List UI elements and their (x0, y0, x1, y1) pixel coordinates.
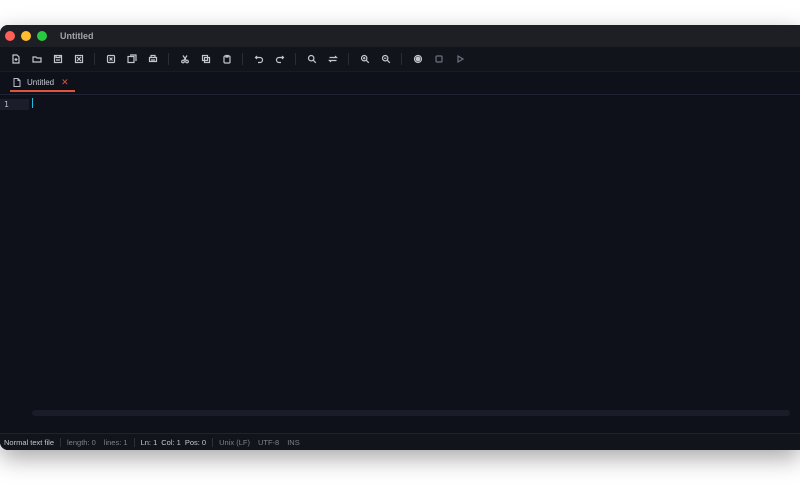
tab-bar: Untitled ✕ (0, 72, 800, 95)
status-file-type: Normal text file (4, 437, 55, 447)
status-position: Pos: 0 (184, 437, 207, 447)
window-title: Untitled (60, 31, 94, 41)
text-editor-area[interactable]: 1 (0, 95, 800, 424)
redo-icon (275, 55, 284, 64)
cut-button[interactable] (174, 49, 195, 69)
stop-macro-button[interactable] (428, 49, 449, 69)
save-icon (53, 54, 62, 64)
undo-icon (254, 55, 263, 64)
save-as-button[interactable] (68, 49, 89, 69)
zoom-in-icon (360, 54, 369, 64)
search-icon (307, 54, 316, 64)
new-file-button[interactable] (5, 49, 26, 69)
copy-icon (201, 54, 210, 64)
status-line: Ln: 1 (140, 437, 158, 447)
line-number: 1 (4, 100, 9, 109)
horizontal-scrollbar[interactable] (32, 410, 790, 416)
toolbar-separator (168, 53, 169, 65)
play-macro-icon (456, 54, 464, 64)
close-file-button[interactable] (100, 49, 121, 69)
zoom-in-button[interactable] (354, 49, 375, 69)
tab-close-icon[interactable]: ✕ (61, 77, 69, 87)
toolbar-separator (295, 53, 296, 65)
close-all-icon (126, 54, 137, 64)
close-window-button[interactable] (5, 31, 15, 41)
minimize-window-button[interactable] (21, 31, 31, 41)
replace-button[interactable] (322, 49, 343, 69)
window-controls (5, 31, 47, 41)
status-insert-mode[interactable]: INS (283, 438, 304, 447)
status-lines: lines: 1 (103, 437, 128, 447)
status-column: Col: 1 (161, 437, 181, 447)
close-file-icon (106, 54, 115, 64)
record-macro-button[interactable] (407, 49, 428, 69)
save-as-icon (74, 54, 83, 64)
toolbar-separator (242, 53, 243, 65)
status-separator (133, 437, 135, 447)
cut-icon (180, 55, 189, 64)
status-separator (60, 437, 62, 447)
editor-window: Untitled Untitled ✕ 1 Normal text file l… (0, 25, 800, 450)
text-caret (32, 98, 33, 108)
zoom-out-button[interactable] (375, 49, 396, 69)
paste-button[interactable] (216, 49, 237, 69)
zoom-out-icon (381, 54, 390, 64)
close-all-button[interactable] (121, 49, 142, 69)
maximize-window-button[interactable] (37, 31, 47, 41)
document-icon (13, 77, 21, 87)
status-eol[interactable]: Unix (LF) (215, 438, 254, 447)
toolbar (0, 47, 800, 72)
tab-label: Untitled (27, 77, 55, 87)
undo-button[interactable] (248, 49, 269, 69)
print-button[interactable] (142, 49, 163, 69)
search-button[interactable] (301, 49, 322, 69)
paste-icon (222, 54, 231, 64)
replace-icon (327, 55, 338, 63)
toolbar-separator (94, 53, 95, 65)
status-length: length: 0 (67, 437, 96, 447)
record-macro-icon (413, 54, 422, 64)
open-file-button[interactable] (26, 49, 47, 69)
new-file-icon (11, 54, 20, 64)
toolbar-separator (348, 53, 349, 65)
play-macro-button[interactable] (449, 49, 470, 69)
copy-button[interactable] (195, 49, 216, 69)
title-bar: Untitled (0, 25, 800, 47)
open-folder-icon (31, 56, 42, 63)
status-separator (212, 437, 214, 447)
toolbar-separator (401, 53, 402, 65)
save-button[interactable] (47, 49, 68, 69)
stop-macro-icon (434, 55, 443, 63)
print-icon (148, 54, 157, 63)
tab-untitled[interactable]: Untitled ✕ (10, 74, 75, 92)
status-encoding[interactable]: UTF-8 (254, 438, 283, 447)
redo-button[interactable] (269, 49, 290, 69)
status-bar: Normal text file length: 0 lines: 1 Ln: … (0, 433, 800, 450)
